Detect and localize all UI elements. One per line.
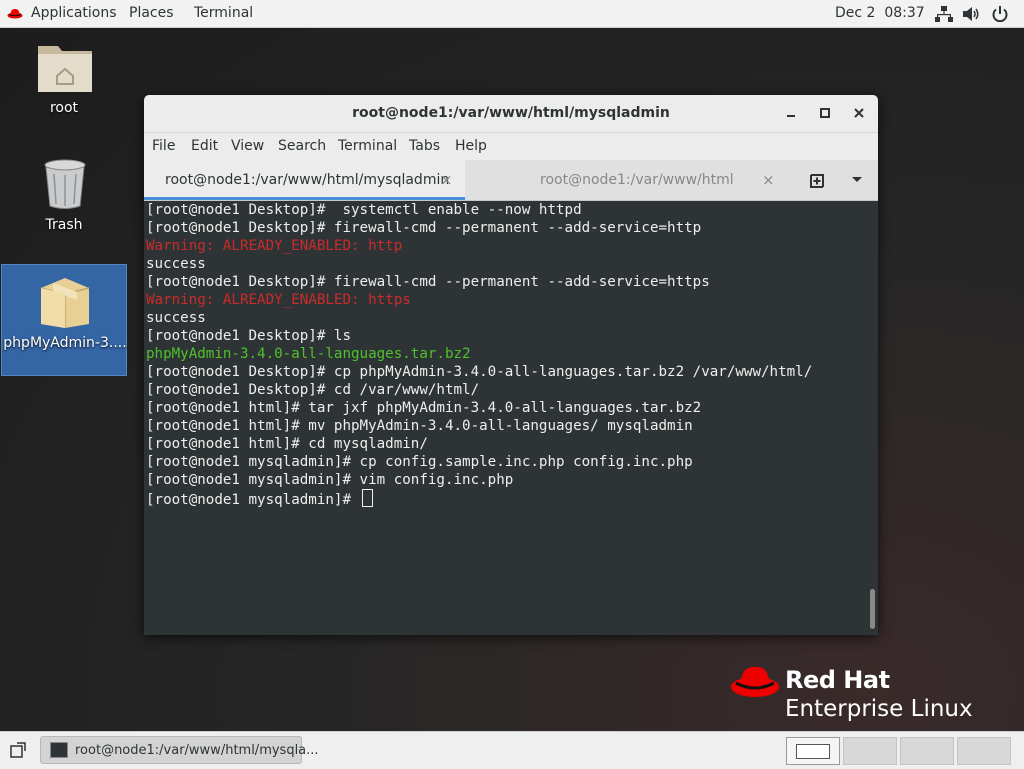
menu-edit[interactable]: Edit [191, 133, 218, 160]
redhat-hat-icon [731, 666, 779, 697]
show-desktop-icon[interactable] [10, 742, 26, 758]
terminal-lines: [root@node1 Desktop]# systemctl enable -… [146, 201, 813, 508]
desktop-icon-label: root [49, 100, 79, 116]
terminal-line: [root@node1 Desktop]# systemctl enable -… [146, 202, 582, 218]
window-title: root@node1:/var/www/html/mysqladmin [352, 105, 670, 121]
close-button[interactable] [850, 104, 868, 122]
workspace-window-preview [796, 744, 830, 759]
volume-icon[interactable] [962, 5, 980, 23]
applications-menu[interactable]: Applications [31, 0, 117, 27]
terminal-window[interactable]: root@node1:/var/www/html/mysqladmin File… [144, 95, 878, 635]
new-tab-button[interactable] [808, 171, 826, 193]
terminal-line: success [146, 310, 206, 326]
network-icon[interactable] [935, 5, 953, 23]
desktop-icon-label: phpMyAdmin-3.... [3, 335, 127, 351]
maximize-button[interactable] [816, 104, 834, 122]
terminal-line: [root@node1 html]# tar jxf phpMyAdmin-3.… [146, 400, 702, 416]
taskbar-window-label: root@node1:/var/www/html/mysqla... [75, 743, 319, 758]
tab-mysqladmin[interactable]: root@node1:/var/www/html/mysqladmin × [144, 160, 465, 200]
menu-search[interactable]: Search [278, 133, 326, 160]
menu-bar: File Edit View Search Terminal Tabs Help [144, 133, 878, 160]
home-folder-icon [38, 46, 92, 92]
desktop-icon-trash[interactable]: Trash [1, 155, 127, 240]
minimize-icon [787, 115, 795, 117]
package-icon [40, 278, 90, 328]
redhat-hat-icon [7, 8, 23, 19]
places-menu[interactable]: Places [129, 0, 174, 27]
menu-terminal[interactable]: Terminal [338, 133, 397, 160]
chevron-down-icon [852, 177, 862, 182]
tabs-dropdown-button[interactable] [851, 174, 863, 190]
workspace-3[interactable] [900, 737, 954, 765]
terminal-line: [root@node1 mysqladmin]# cp config.sampl… [146, 454, 693, 470]
terminal-icon [50, 742, 68, 758]
menu-view[interactable]: View [231, 133, 264, 160]
terminal-line: [root@node1 Desktop]# firewall-cmd --per… [146, 220, 702, 236]
terminal-line: success [146, 256, 206, 272]
terminal-line: Warning: ALREADY_ENABLED: http [146, 238, 403, 254]
terminal-line: [root@node1 Desktop]# ls [146, 328, 351, 344]
terminal-line: phpMyAdmin-3.4.0-all-languages.tar.bz2 [146, 346, 471, 362]
workspace-2[interactable] [843, 737, 897, 765]
tab-close-icon[interactable]: × [762, 160, 775, 200]
minimize-button[interactable] [782, 104, 800, 122]
clock[interactable]: Dec 2 08:37 [835, 0, 925, 27]
terminal-output[interactable]: [root@node1 Desktop]# systemctl enable -… [144, 201, 878, 635]
terminal-line: [root@node1 html]# mv phpMyAdmin-3.4.0-a… [146, 418, 693, 434]
tab-label: root@node1:/var/www/html/mysqladmin [165, 172, 450, 188]
terminal-prompt-line: [root@node1 mysqladmin]# [146, 489, 812, 508]
tab-bar: root@node1:/var/www/html/mysqladmin × ro… [144, 160, 878, 201]
taskbar-window-button[interactable]: root@node1:/var/www/html/mysqla... [40, 736, 319, 764]
menu-tabs[interactable]: Tabs [409, 133, 440, 160]
redhat-logo: Red Hat Enterprise Linux [728, 662, 988, 722]
tab-close-icon[interactable]: × [440, 160, 453, 200]
brand-line-1: Red Hat [785, 666, 890, 694]
desktop-icon-root[interactable]: root [1, 35, 127, 125]
trash-icon [44, 159, 86, 209]
terminal-app-menu[interactable]: Terminal [194, 0, 253, 27]
maximize-icon [820, 108, 830, 118]
new-tab-icon [810, 174, 824, 188]
workspace-4[interactable] [957, 737, 1011, 765]
menu-file[interactable]: File [152, 133, 175, 160]
brand-line-2: Enterprise Linux [785, 696, 973, 722]
terminal-line: [root@node1 Desktop]# cp phpMyAdmin-3.4.… [146, 364, 813, 380]
workspace-1[interactable] [786, 737, 840, 765]
menu-help[interactable]: Help [455, 133, 487, 160]
top-bar: Applications Places Terminal Dec 2 08:37 [0, 0, 1024, 28]
close-icon [854, 108, 864, 118]
tab-label: root@node1:/var/www/html [540, 172, 734, 188]
taskbar: root@node1:/var/www/html/mysqla... [0, 731, 1024, 769]
terminal-line: [root@node1 html]# cd mysqladmin/ [146, 436, 428, 452]
terminal-line: [root@node1 Desktop]# cd /var/www/html/ [146, 382, 480, 398]
terminal-prompt: [root@node1 mysqladmin]# [146, 492, 360, 508]
terminal-line: Warning: ALREADY_ENABLED: https [146, 292, 411, 308]
scrollbar[interactable] [870, 589, 875, 629]
terminal-line: [root@node1 Desktop]# firewall-cmd --per… [146, 274, 710, 290]
power-icon[interactable] [991, 5, 1009, 23]
terminal-line: [root@node1 mysqladmin]# vim config.inc.… [146, 472, 514, 488]
desktop-icon-label: Trash [45, 217, 83, 233]
desktop-icon-phpmyadmin-archive[interactable]: phpMyAdmin-3.... [1, 264, 127, 376]
tab-html[interactable]: root@node1:/var/www/html × [465, 160, 785, 200]
window-titlebar[interactable]: root@node1:/var/www/html/mysqladmin [144, 95, 878, 133]
terminal-cursor [361, 489, 373, 507]
